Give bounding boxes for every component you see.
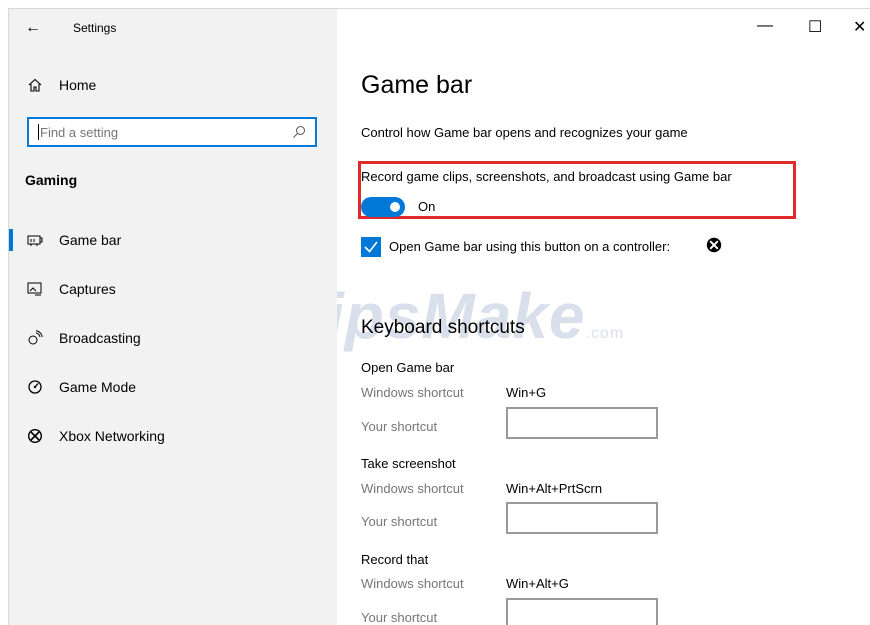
home-label: Home bbox=[59, 77, 97, 93]
your-shortcut-input[interactable] bbox=[506, 598, 658, 625]
sidebar-item-game-bar[interactable]: Game bar bbox=[9, 225, 337, 255]
home-icon bbox=[25, 77, 45, 93]
windows-shortcut-value: Win+Alt+PrtScrn bbox=[506, 481, 603, 496]
minimize-icon[interactable]: — bbox=[757, 17, 773, 35]
sidebar-item-game-mode[interactable]: Game Mode bbox=[9, 372, 337, 402]
shortcut-group-title: Open Game bar bbox=[361, 360, 455, 375]
sidebar-item-captures[interactable]: Captures bbox=[9, 274, 337, 304]
broadcasting-icon bbox=[25, 330, 45, 346]
your-shortcut-label: Your shortcut bbox=[361, 514, 438, 529]
page-description: Control how Game bar opens and recognize… bbox=[361, 125, 688, 140]
shortcuts-heading: Keyboard shortcuts bbox=[361, 317, 525, 338]
sidebar-item-label: Broadcasting bbox=[59, 330, 141, 346]
game-mode-icon bbox=[25, 379, 45, 395]
sidebar-home[interactable]: Home bbox=[25, 73, 96, 97]
maximize-icon[interactable]: ☐ bbox=[808, 17, 822, 37]
controller-checkbox-label: Open Game bar using this button on a con… bbox=[389, 239, 671, 254]
windows-shortcut-label: Windows shortcut bbox=[361, 481, 464, 496]
game-bar-icon bbox=[25, 233, 45, 247]
back-arrow-icon[interactable]: ← bbox=[25, 19, 41, 37]
record-setting-label: Record game clips, screenshots, and broa… bbox=[361, 169, 732, 184]
sidebar-item-broadcasting[interactable]: Broadcasting bbox=[9, 323, 337, 353]
xbox-logo-icon bbox=[706, 237, 722, 258]
close-icon[interactable]: ✕ bbox=[853, 17, 866, 37]
controller-checkbox[interactable] bbox=[361, 237, 381, 257]
shortcut-group-title: Record that bbox=[361, 552, 429, 567]
sidebar-item-xbox-networking[interactable]: Xbox Networking bbox=[9, 421, 337, 451]
windows-shortcut-value: Win+G bbox=[506, 385, 547, 400]
record-toggle[interactable] bbox=[361, 197, 405, 217]
main-content: — ☐ ✕ Game bar Control how Game bar open… bbox=[337, 9, 870, 625]
your-shortcut-input[interactable] bbox=[506, 502, 658, 534]
watermark-text: TipsMake bbox=[337, 280, 586, 352]
settings-window: ← Settings Home Find a setting Gaming Ga… bbox=[8, 8, 870, 625]
sidebar-item-label: Xbox Networking bbox=[59, 428, 165, 444]
watermark: TipsMake.com bbox=[337, 279, 624, 353]
shortcut-group-title: Take screenshot bbox=[361, 456, 456, 471]
your-shortcut-label: Your shortcut bbox=[361, 610, 438, 625]
your-shortcut-input[interactable] bbox=[506, 407, 658, 439]
toggle-state: On bbox=[418, 199, 436, 214]
sidebar-item-label: Game Mode bbox=[59, 379, 137, 395]
search-input[interactable]: Find a setting bbox=[27, 117, 317, 147]
windows-shortcut-label: Windows shortcut bbox=[361, 576, 464, 591]
section-title: Gaming bbox=[25, 172, 78, 188]
watermark-suffix: .com bbox=[585, 325, 625, 342]
toggle-knob bbox=[390, 202, 400, 212]
xbox-icon bbox=[25, 428, 45, 444]
captures-icon bbox=[25, 282, 45, 296]
windows-shortcut-value: Win+Alt+G bbox=[506, 576, 569, 591]
search-icon[interactable] bbox=[291, 124, 307, 145]
page-title: Game bar bbox=[361, 71, 473, 99]
text-caret bbox=[38, 124, 39, 140]
search-placeholder: Find a setting bbox=[40, 125, 119, 140]
sidebar-item-label: Captures bbox=[59, 281, 116, 297]
sidebar: ← Settings Home Find a setting Gaming Ga… bbox=[9, 9, 337, 625]
your-shortcut-label: Your shortcut bbox=[361, 419, 438, 434]
sidebar-item-label: Game bar bbox=[59, 232, 122, 248]
selection-indicator bbox=[9, 229, 13, 251]
window-title: Settings bbox=[73, 21, 117, 35]
windows-shortcut-label: Windows shortcut bbox=[361, 385, 464, 400]
